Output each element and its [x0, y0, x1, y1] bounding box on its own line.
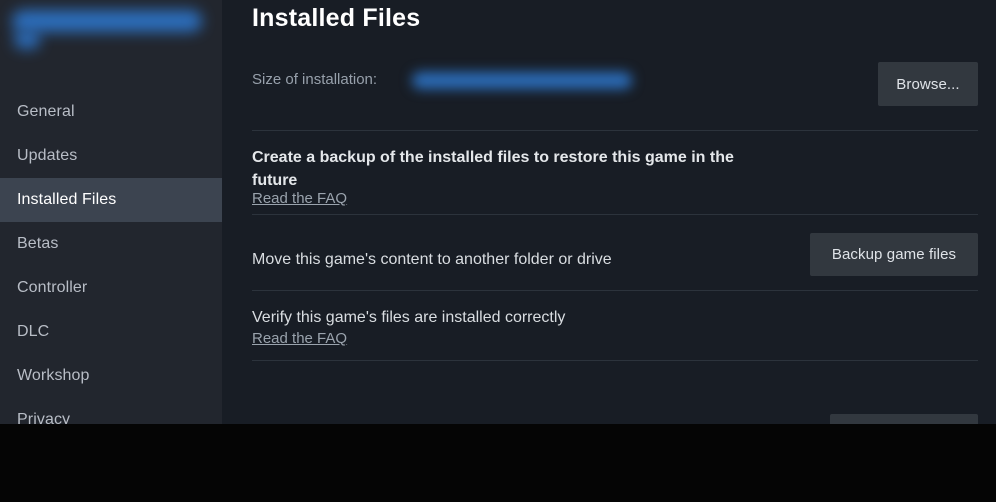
sidebar-item-updates[interactable]: Updates: [0, 134, 222, 178]
sidebar-item-label: Updates: [17, 147, 78, 164]
backup-row-text: Create a backup of the installed files t…: [252, 149, 734, 189]
divider: [252, 290, 978, 291]
steam-properties-window: General Updates Installed Files Betas Co…: [0, 0, 996, 502]
redaction-bar: [14, 30, 40, 49]
sidebar-item-dlc[interactable]: DLC: [0, 310, 222, 354]
sidebar-item-controller[interactable]: Controller: [0, 266, 222, 310]
sidebar-item-label: DLC: [17, 323, 50, 340]
backup-game-files-button[interactable]: Backup game files: [810, 233, 978, 276]
divider: [252, 360, 978, 361]
game-title-redacted: [10, 8, 206, 52]
size-of-installation-label: Size of installation:: [252, 71, 378, 88]
sidebar-item-installed-files[interactable]: Installed Files: [0, 178, 222, 222]
sidebar-item-label: Installed Files: [17, 191, 117, 208]
browse-button[interactable]: Browse...: [878, 62, 978, 106]
page-title: Installed Files: [252, 4, 421, 32]
move-row-text: Move this game's content to another fold…: [252, 251, 612, 268]
redaction-bar: [412, 72, 632, 89]
divider: [252, 130, 978, 131]
sidebar-item-betas[interactable]: Betas: [0, 222, 222, 266]
sidebar-item-label: Betas: [17, 235, 59, 252]
verify-faq-link[interactable]: Read the FAQ: [252, 330, 347, 347]
divider: [252, 214, 978, 215]
sidebar-item-workshop[interactable]: Workshop: [0, 354, 222, 398]
verify-row-text: Verify this game's files are installed c…: [252, 309, 566, 326]
redaction-bar: [12, 10, 202, 32]
sidebar-item-general[interactable]: General: [0, 90, 222, 134]
watermark-overlay-band: گیم‌دون دات کام نحوه رفع لگ در فیفا ۲۵: [0, 424, 996, 502]
backup-faq-link[interactable]: Read the FAQ: [252, 190, 347, 207]
sidebar-item-label: Controller: [17, 279, 88, 296]
sidebar-item-label: Workshop: [17, 367, 90, 384]
size-of-installation-row: Size of installation: Browse...: [222, 62, 996, 108]
size-of-installation-value-redacted: [408, 69, 636, 93]
sidebar-item-label: General: [17, 103, 75, 120]
